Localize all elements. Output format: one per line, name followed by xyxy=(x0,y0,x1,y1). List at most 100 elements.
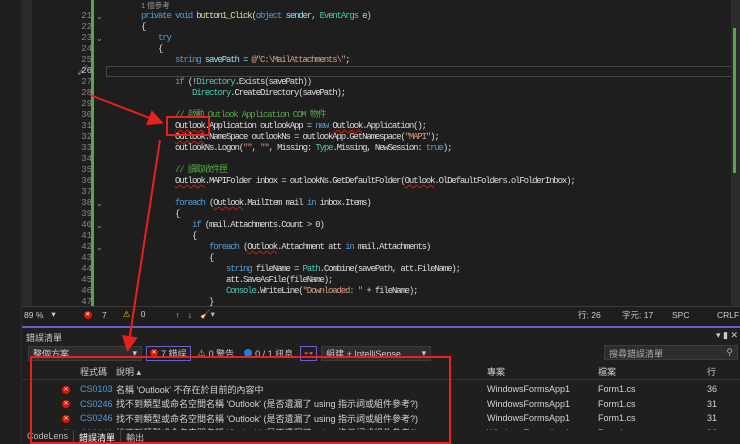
error-count-text: 7 xyxy=(102,309,107,320)
code-line[interactable]: // 啟動 Outlook Application COM 物件 xyxy=(141,110,327,121)
panel-window-controls[interactable]: ▾ ▮ ✕ xyxy=(716,330,738,341)
error-icon: ✕ xyxy=(62,414,70,423)
code-token: private void xyxy=(141,11,197,21)
fold-toggle-icon[interactable]: ⌄ xyxy=(96,33,103,44)
code-line[interactable]: private void button1_Click(object sender… xyxy=(141,11,372,22)
code-token: { xyxy=(141,22,146,32)
vertical-scrollbar[interactable] xyxy=(731,0,740,306)
code-line[interactable]: string savePath = @"C:\MailAttachments\"… xyxy=(141,55,351,66)
code-token: try xyxy=(141,33,172,43)
code-line[interactable]: { xyxy=(141,231,197,242)
search-error-list-input[interactable]: 搜尋錯誤清單 ⚲ xyxy=(604,345,738,360)
error-row[interactable]: ✕ CS0246找不到類型或命名空間名稱 'Outlook' (是否遺漏了 usi… xyxy=(22,397,740,411)
line-ending[interactable]: CRLF xyxy=(717,310,739,320)
zoom-dropdown-icon[interactable]: ▾ xyxy=(51,309,55,320)
errors-filter-button[interactable]: ✕ 7 錯誤 xyxy=(146,345,191,361)
code-line[interactable]: } xyxy=(141,297,214,306)
messages-filter-label: 0 / 1 訊息 xyxy=(255,348,294,359)
warning-count[interactable]: ⚠ 0 xyxy=(123,309,154,320)
current-line-highlight xyxy=(106,66,736,77)
code-token: outlookNs.Logon( xyxy=(141,143,244,153)
warnings-filter-button[interactable]: ⚠ 0 警告 xyxy=(195,346,238,361)
code-line[interactable]: outlookNs.Logon("", "", Missing: Type.Mi… xyxy=(141,143,453,154)
code-token: .MAPIFolder inbox = outlookNs.GetDefault… xyxy=(204,176,406,186)
search-icon: ⚲ xyxy=(726,347,733,357)
messages-filter-button[interactable]: 0 / 1 訊息 xyxy=(241,346,296,361)
code-line[interactable]: Console.WriteLine("Downloaded: " + fileN… xyxy=(141,286,418,297)
error-file: Form1.cs xyxy=(598,413,636,423)
reference-codelens[interactable]: 1 個參考 xyxy=(141,0,170,11)
column-description[interactable]: 說明 ▴ xyxy=(116,365,141,378)
column-file[interactable]: 檔案 xyxy=(598,365,616,378)
code-cleanup-icon[interactable]: 🧹▾ xyxy=(200,309,215,320)
code-token: .Application outlookApp = xyxy=(204,121,316,131)
code-line[interactable]: { xyxy=(141,44,163,55)
code-line[interactable]: string fileName = Path.Combine(savePath,… xyxy=(141,264,461,275)
fold-toggle-icon[interactable]: ⌄ xyxy=(96,220,103,231)
error-project: WindowsFormsApp1 xyxy=(487,384,571,394)
code-line[interactable]: Outlook.MAPIFolder inbox = outlookNs.Get… xyxy=(141,176,576,187)
code-line[interactable]: foreach (Outlook.Attachment att in mail.… xyxy=(141,242,431,253)
tab-output[interactable]: 輸出 xyxy=(121,430,149,444)
code-line[interactable]: foreach (Outlook.MailItem mail in inbox.… xyxy=(141,198,372,209)
code-token: EventArgs xyxy=(319,11,359,21)
code-line[interactable]: // 讀取收件匣 xyxy=(141,165,228,176)
error-code: CS0246 xyxy=(80,398,113,409)
error-row[interactable]: ✕ CS0246找不到類型或命名空間名稱 'Outlook' (是否遺漏了 usi… xyxy=(22,411,740,425)
code-token: // 啟動 Outlook Application COM 物件 xyxy=(141,110,327,120)
column-description-label: 說明 xyxy=(116,367,135,377)
code-line[interactable]: if (!Directory.Exists(savePath)) xyxy=(141,77,312,88)
column-project[interactable]: 專案 xyxy=(487,365,505,378)
scrollbar-change-marker xyxy=(733,28,736,173)
build-filter-dropdown[interactable]: 組建 + IntelliSense ▾ xyxy=(321,345,432,361)
code-token: in xyxy=(345,242,355,252)
tab-error-list[interactable]: 錯誤清單 xyxy=(73,430,122,444)
code-line[interactable]: try xyxy=(141,33,172,44)
error-count[interactable]: ✕ 7 xyxy=(83,309,115,320)
next-issue-button[interactable]: ↓ xyxy=(188,310,192,320)
tab-codelens[interactable]: CodeLens xyxy=(22,430,73,444)
code-token: button1_Click xyxy=(196,11,252,21)
line-number: 29 xyxy=(81,99,92,109)
code-token: ); xyxy=(430,132,440,142)
code-token: Directory xyxy=(141,88,231,98)
code-token: ); xyxy=(442,143,453,153)
left-tool-strip xyxy=(0,0,22,444)
code-line[interactable]: { xyxy=(141,22,146,33)
code-token: Outlook xyxy=(213,198,244,208)
line-number: 45 xyxy=(81,275,92,285)
code-line[interactable]: Outlook.NameSpace outlookNs = outlookApp… xyxy=(141,132,440,143)
code-token: } xyxy=(141,297,214,306)
column-line[interactable]: 行 xyxy=(707,365,716,378)
error-row[interactable]: ✕ CS0103 名稱 'Outlook' 不存在於目前的內容中 WindowsFor… xyxy=(22,382,740,396)
code-token: Outlook xyxy=(175,176,206,186)
code-line[interactable]: att.SaveAsFile(fileName); xyxy=(141,275,333,286)
zoom-level[interactable]: 89 % xyxy=(24,310,43,320)
line-number: 41 xyxy=(81,231,92,241)
filter-icon[interactable]: ⊶ xyxy=(300,345,318,361)
code-line[interactable]: Outlook.Application outlookApp = new Out… xyxy=(141,121,427,132)
line-number: 43 xyxy=(81,253,92,263)
line-number: 24 xyxy=(81,44,92,54)
code-line[interactable]: if (mail.Attachments.Count > 0) xyxy=(141,220,325,231)
code-token: { xyxy=(141,253,214,263)
error-code: CS0103 xyxy=(80,384,113,394)
code-token: true xyxy=(425,143,444,153)
code-line[interactable]: { xyxy=(141,209,180,220)
previous-issue-button[interactable]: ↑ xyxy=(176,310,180,320)
column-code[interactable]: 程式碼 xyxy=(80,365,107,378)
scope-dropdown[interactable]: 整個方案 ▾ xyxy=(28,345,142,361)
fold-toggle-icon[interactable]: ⌄ xyxy=(96,11,103,22)
fold-toggle-icon[interactable]: ⌄ xyxy=(96,242,103,253)
code-token: { xyxy=(141,44,163,54)
code-editor[interactable]: 🖌 1 個參考 21 ⌄ private void button1_Click(ob… xyxy=(22,0,740,306)
whitespace-mode[interactable]: SPC xyxy=(672,310,689,320)
fold-toggle-icon[interactable]: ⌄ xyxy=(96,198,103,209)
error-project: WindowsFormsApp1 xyxy=(487,413,571,423)
code-token: Type xyxy=(315,143,333,153)
code-token: new xyxy=(315,121,333,131)
code-line[interactable]: Directory.CreateDirectory(savePath); xyxy=(141,88,346,99)
code-line[interactable]: { xyxy=(141,253,214,264)
bottom-tab-bar: CodeLens 錯誤清單 輸出 xyxy=(22,430,740,444)
